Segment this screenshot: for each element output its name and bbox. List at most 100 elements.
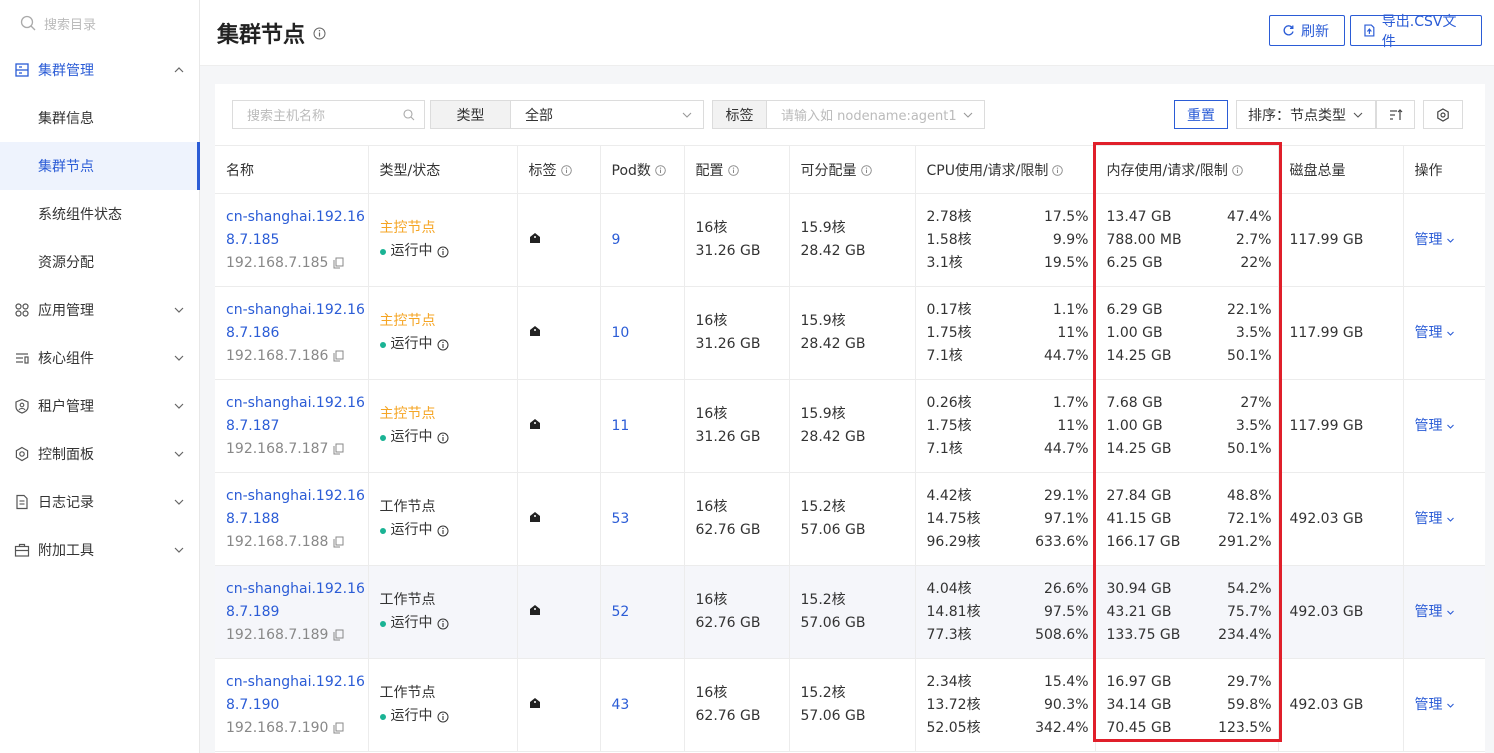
tag-icon[interactable] <box>529 604 541 616</box>
tag-icon[interactable] <box>529 325 541 337</box>
chevron-down-icon <box>1446 517 1454 522</box>
node-name-line-1: cn-shanghai.192.16 <box>226 208 365 225</box>
tag-filter-input[interactable]: 请输入如 nodename:agent1 <box>767 100 985 129</box>
table-row[interactable]: cn-shanghai.192.16 8.7.185 192.168.7.185 … <box>215 193 1486 287</box>
tag-icon[interactable] <box>529 418 541 430</box>
info-icon[interactable] <box>1052 164 1064 180</box>
info-icon[interactable] <box>1232 164 1243 180</box>
copy-icon[interactable] <box>333 722 344 734</box>
copy-icon[interactable] <box>333 350 344 362</box>
sidebar-group-core-components[interactable]: 核心组件 <box>0 334 199 382</box>
table-row[interactable]: cn-shanghai.192.16 8.7.189 192.168.7.189 … <box>215 565 1486 659</box>
sidebar-group-apps[interactable]: 应用管理 <box>0 286 199 334</box>
table-settings-button[interactable] <box>1423 100 1463 129</box>
node-name-link[interactable]: cn-shanghai.192.16 8.7.189 <box>226 578 368 624</box>
sidebar-search[interactable]: 搜索目录 <box>0 0 199 46</box>
export-csv-button[interactable]: 导出.CSV文件 <box>1350 14 1482 50</box>
info-icon[interactable] <box>437 525 449 537</box>
copy-icon[interactable] <box>333 257 344 269</box>
node-ip: 192.168.7.186 <box>226 345 368 368</box>
metric-amount: 0.17核 <box>926 301 972 318</box>
table-row[interactable]: cn-shanghai.192.16 8.7.190 192.168.7.190 … <box>215 658 1486 752</box>
pod-count-link[interactable]: 10 <box>612 325 630 341</box>
sidebar-group-logs[interactable]: 日志记录 <box>0 478 199 526</box>
info-icon[interactable] <box>655 164 666 180</box>
host-search-input[interactable]: 搜索主机名称 <box>232 100 425 129</box>
sidebar-item-resource-allocation[interactable]: 资源分配 <box>0 238 199 286</box>
sidebar-group-cluster[interactable]: 集群管理 <box>0 46 199 94</box>
sort-select[interactable]: 排序：节点类型 <box>1236 100 1376 129</box>
pod-count-link[interactable]: 43 <box>612 697 630 713</box>
info-icon[interactable] <box>437 246 449 258</box>
info-icon[interactable] <box>727 164 739 180</box>
manage-dropdown[interactable]: 管理 <box>1415 229 1486 252</box>
info-icon[interactable] <box>437 618 449 630</box>
table-row[interactable]: cn-shanghai.192.16 8.7.186 192.168.7.186 … <box>215 286 1486 380</box>
col-header-disk[interactable]: 磁盘总量 <box>1278 145 1404 194</box>
pod-count-link[interactable]: 9 <box>612 232 621 248</box>
manage-dropdown[interactable]: 管理 <box>1415 322 1486 345</box>
tag-icon[interactable] <box>529 232 541 244</box>
copy-icon[interactable] <box>333 443 344 455</box>
col-header-pods[interactable]: Pod数 <box>600 145 685 194</box>
tag-icon[interactable] <box>529 511 541 523</box>
allocatable-memory: 28.42 GB <box>800 429 866 445</box>
table-row[interactable]: cn-shanghai.192.16 8.7.187 192.168.7.187 … <box>215 379 1486 473</box>
info-icon[interactable] <box>437 432 449 444</box>
col-header-config[interactable]: 配置 <box>684 145 790 194</box>
sidebar-item-cluster-nodes[interactable]: 集群节点 <box>0 142 200 190</box>
manage-dropdown[interactable]: 管理 <box>1415 508 1486 531</box>
sidebar-item-system-components[interactable]: 系统组件状态 <box>0 190 199 238</box>
col-header-cpu[interactable]: CPU使用/请求/限制 <box>915 145 1096 194</box>
cell-name: cn-shanghai.192.16 8.7.190 192.168.7.190 <box>215 658 369 752</box>
manage-dropdown[interactable]: 管理 <box>1415 601 1486 624</box>
cell-memory: 6.29 GB 22.1% 1.00 GB 3.5% 14.25 GB 50.1% <box>1095 286 1279 380</box>
node-name-link[interactable]: cn-shanghai.192.16 8.7.190 <box>226 671 368 717</box>
sidebar-group-label: 核心组件 <box>38 351 94 367</box>
tag-icon[interactable] <box>529 697 541 709</box>
sort-order-button[interactable] <box>1376 100 1415 129</box>
metric-percent: 90.3% <box>1044 696 1089 713</box>
info-icon[interactable] <box>437 711 449 723</box>
col-header-memory[interactable]: 内存使用/请求/限制 <box>1095 145 1279 194</box>
pod-count-link[interactable]: 11 <box>612 418 630 434</box>
sidebar-group-tenants[interactable]: 租户管理 <box>0 382 199 430</box>
memory-metric-row: 1.00 GB 3.5% <box>1107 322 1278 345</box>
col-header-text: Pod数 <box>611 162 651 179</box>
col-header-tags[interactable]: 标签 <box>517 145 601 194</box>
reset-button[interactable]: 重置 <box>1174 100 1228 129</box>
metric-percent: 59.8% <box>1227 696 1272 713</box>
metric-amount: 1.00 GB <box>1106 324 1163 341</box>
node-name-link[interactable]: cn-shanghai.192.16 8.7.188 <box>226 485 368 531</box>
sidebar-group-control-panel[interactable]: 控制面板 <box>0 430 199 478</box>
col-header-name[interactable]: 名称 <box>215 145 369 194</box>
info-icon[interactable] <box>860 164 872 180</box>
type-filter-select[interactable]: 全部 <box>511 100 704 129</box>
sidebar-group-tools[interactable]: 附加工具 <box>0 526 199 574</box>
copy-icon[interactable] <box>333 536 344 548</box>
manage-dropdown[interactable]: 管理 <box>1415 694 1486 717</box>
info-icon[interactable] <box>313 21 326 46</box>
col-header-text: 磁盘总量 <box>1289 162 1346 179</box>
cpu-metric-row: 0.26核 1.7% <box>927 392 1095 415</box>
table-row[interactable]: cn-shanghai.192.16 8.7.188 192.168.7.188 … <box>215 472 1486 566</box>
metric-amount: 4.42核 <box>926 487 972 504</box>
pod-count-link[interactable]: 52 <box>612 604 630 620</box>
node-name-link[interactable]: cn-shanghai.192.16 8.7.186 <box>226 299 368 345</box>
node-type: 主控节点 <box>379 406 436 422</box>
col-header-type-status[interactable]: 类型/状态 <box>368 145 518 194</box>
cell-disk: 117.99 GB <box>1278 193 1404 287</box>
host-search-placeholder: 搜索主机名称 <box>247 109 326 124</box>
sidebar-item-cluster-info[interactable]: 集群信息 <box>0 94 199 142</box>
chevron-down-icon <box>1446 238 1454 243</box>
refresh-button[interactable]: 刷新 <box>1269 15 1345 46</box>
col-header-allocatable[interactable]: 可分配量 <box>789 145 916 194</box>
node-name-link[interactable]: cn-shanghai.192.16 8.7.185 <box>226 206 368 252</box>
manage-dropdown[interactable]: 管理 <box>1415 415 1486 438</box>
memory-metric-row: 14.25 GB 50.1% <box>1107 345 1278 368</box>
pod-count-link[interactable]: 53 <box>612 511 630 527</box>
node-name-link[interactable]: cn-shanghai.192.16 8.7.187 <box>226 392 368 438</box>
copy-icon[interactable] <box>333 629 344 641</box>
info-icon[interactable] <box>560 164 572 180</box>
info-icon[interactable] <box>437 339 449 351</box>
